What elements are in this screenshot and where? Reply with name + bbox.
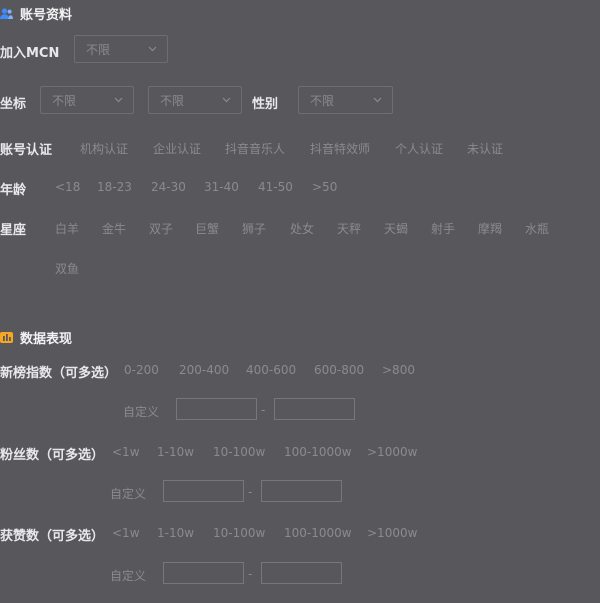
province-select-value: 不限 <box>52 93 77 108</box>
chevron-down-icon <box>373 97 382 103</box>
fans-min-input[interactable] <box>163 480 244 502</box>
ranking-option[interactable]: 200-400 <box>179 363 229 377</box>
zodiac-option[interactable]: 射手 <box>431 220 455 237</box>
likes-custom-label: 自定义 <box>110 569 147 583</box>
likes-option[interactable]: >1000w <box>367 526 417 540</box>
age-option[interactable]: 18-23 <box>97 180 132 194</box>
ranking-max-input[interactable] <box>274 398 355 420</box>
fans-label: 粉丝数（可多选） <box>0 448 105 463</box>
verification-option[interactable]: 企业认证 <box>153 140 201 157</box>
fans-option[interactable]: >1000w <box>367 445 417 459</box>
likes-option[interactable]: 10-100w <box>213 526 265 540</box>
mcn-select[interactable]: 不限 <box>74 35 168 63</box>
zodiac-option[interactable]: 双子 <box>149 220 173 237</box>
gender-select-value: 不限 <box>310 93 335 108</box>
ranking-label: 新榜指数（可多选） <box>0 366 118 381</box>
fans-option[interactable]: 10-100w <box>213 445 265 459</box>
age-option[interactable]: 24-30 <box>151 180 186 194</box>
user-group-icon <box>0 7 13 20</box>
ranking-option[interactable]: >800 <box>382 363 415 377</box>
ranking-custom-label: 自定义 <box>123 405 160 419</box>
verification-option[interactable]: 个人认证 <box>395 140 443 157</box>
data-chart-icon <box>0 331 13 344</box>
performance-title-text: 数据表现 <box>20 332 73 347</box>
ranking-min-input[interactable] <box>176 398 257 420</box>
zodiac-option[interactable]: 处女 <box>290 220 314 237</box>
likes-option[interactable]: <1w <box>112 526 140 540</box>
verification-option[interactable]: 抖音特效师 <box>310 140 370 157</box>
zodiac-option[interactable]: 双鱼 <box>55 260 79 277</box>
range-dash: - <box>261 403 266 417</box>
ranking-option[interactable]: 0-200 <box>124 363 159 377</box>
verification-option[interactable]: 机构认证 <box>80 140 128 157</box>
account-title-text: 账号资料 <box>20 8 73 23</box>
fans-option[interactable]: <1w <box>112 445 140 459</box>
age-option[interactable]: 31-40 <box>204 180 239 194</box>
mcn-label: 加入MCN <box>0 46 60 61</box>
chevron-down-icon <box>222 97 231 103</box>
likes-option[interactable]: 100-1000w <box>284 526 352 540</box>
likes-max-input[interactable] <box>261 562 342 584</box>
zodiac-option[interactable]: 白羊 <box>55 220 79 237</box>
likes-option[interactable]: 1-10w <box>157 526 194 540</box>
zodiac-option[interactable]: 摩羯 <box>478 220 502 237</box>
zodiac-option[interactable]: 水瓶 <box>525 220 549 237</box>
fans-custom-label: 自定义 <box>110 487 147 501</box>
gender-select[interactable]: 不限 <box>298 86 393 114</box>
section-title-performance: 数据表现 <box>0 328 72 347</box>
zodiac-option[interactable]: 巨蟹 <box>195 220 219 237</box>
ranking-option[interactable]: 400-600 <box>246 363 296 377</box>
ranking-option[interactable]: 600-800 <box>314 363 364 377</box>
likes-min-input[interactable] <box>163 562 244 584</box>
likes-label: 获赞数（可多选） <box>0 529 105 544</box>
chevron-down-icon <box>148 46 157 52</box>
fans-max-input[interactable] <box>261 480 342 502</box>
verification-option[interactable]: 抖音音乐人 <box>225 140 285 157</box>
fans-option[interactable]: 100-1000w <box>284 445 352 459</box>
zodiac-label: 星座 <box>0 223 27 238</box>
city-select[interactable]: 不限 <box>148 86 242 114</box>
section-title-account: 账号资料 <box>0 4 72 23</box>
age-option[interactable]: 41-50 <box>258 180 293 194</box>
verification-label: 账号认证 <box>0 143 53 158</box>
age-option[interactable]: >50 <box>312 180 337 194</box>
age-option[interactable]: <18 <box>55 180 80 194</box>
range-dash: - <box>248 485 253 499</box>
fans-option[interactable]: 1-10w <box>157 445 194 459</box>
city-select-value: 不限 <box>160 93 185 108</box>
zodiac-option[interactable]: 天秤 <box>337 220 361 237</box>
chevron-down-icon <box>114 97 123 103</box>
location-label: 坐标 <box>0 97 27 112</box>
gender-label: 性别 <box>252 97 279 112</box>
range-dash: - <box>248 567 253 581</box>
verification-option[interactable]: 未认证 <box>467 140 503 157</box>
zodiac-option[interactable]: 金牛 <box>102 220 126 237</box>
zodiac-option[interactable]: 天蝎 <box>384 220 408 237</box>
province-select[interactable]: 不限 <box>40 86 134 114</box>
age-label: 年龄 <box>0 183 27 198</box>
zodiac-option[interactable]: 狮子 <box>242 220 266 237</box>
mcn-select-value: 不限 <box>86 42 111 57</box>
